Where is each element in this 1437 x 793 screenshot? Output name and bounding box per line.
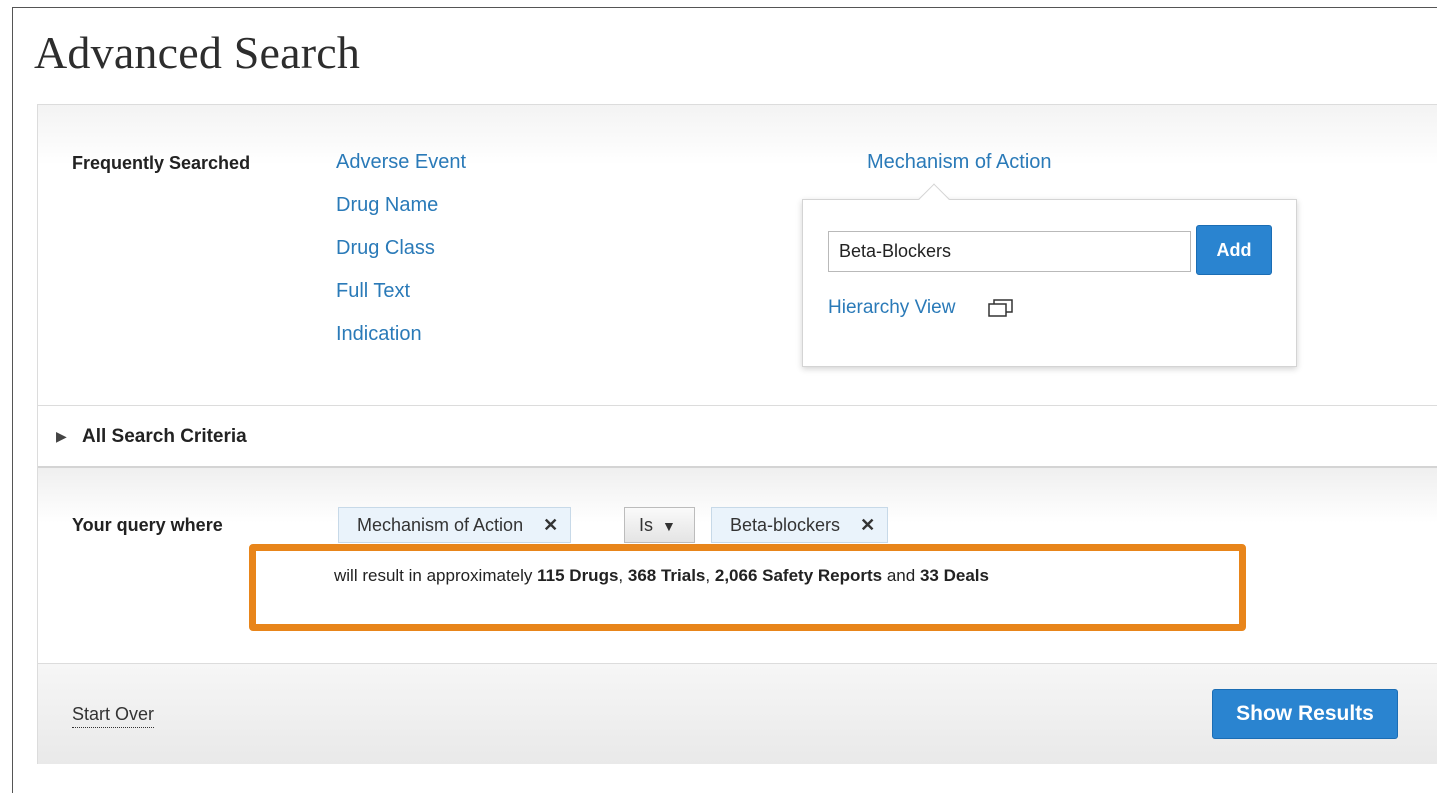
value-chip: Beta-blockers ✕: [711, 507, 889, 543]
page-title: Advanced Search: [34, 27, 361, 78]
hierarchy-view-link[interactable]: Hierarchy View: [828, 297, 955, 319]
add-button[interactable]: Add: [1196, 225, 1272, 275]
close-icon[interactable]: ✕: [543, 508, 558, 542]
popup-caret: [918, 183, 950, 215]
query-section: Your query where Mechanism of Action ✕ Is…: [38, 468, 1437, 663]
result-separator: ,: [618, 566, 624, 585]
window-frame-top: [12, 7, 1437, 8]
all-search-criteria-toggle[interactable]: ▶ All Search Criteria: [38, 406, 1437, 466]
chevron-down-icon: ▼: [662, 518, 676, 534]
footer-bar: Start Over Show Results: [38, 664, 1437, 764]
frequently-searched-section: Frequently Searched Adverse Event Drug N…: [38, 105, 1437, 405]
result-summary: will result in approximately 115 Drugs, …: [334, 566, 989, 586]
query-label: Your query where: [72, 515, 223, 535]
link-adverse-event[interactable]: Adverse Event: [336, 151, 466, 174]
result-conjunction: and: [886, 566, 916, 585]
close-icon[interactable]: ✕: [860, 508, 875, 542]
mechanism-popup: Add Hierarchy View: [802, 183, 1297, 367]
operator-label: Is: [639, 515, 654, 535]
show-results-button[interactable]: Show Results: [1212, 689, 1398, 739]
link-indication[interactable]: Indication: [336, 323, 422, 346]
link-mechanism-of-action[interactable]: Mechanism of Action: [867, 151, 1052, 174]
triangle-right-icon: ▶: [56, 428, 67, 444]
result-prefix: will result in approximately: [334, 566, 533, 585]
result-deals: 33 Deals: [919, 566, 989, 585]
all-search-criteria-label: All Search Criteria: [82, 426, 247, 447]
link-drug-name[interactable]: Drug Name: [336, 194, 438, 217]
value-chip-label: Beta-blockers: [730, 515, 841, 535]
field-chip-label: Mechanism of Action: [357, 515, 524, 535]
result-trials: 368 Trials: [627, 566, 706, 585]
frequently-searched-label: Frequently Searched: [72, 153, 251, 173]
result-safety-reports: 2,066 Safety Reports: [714, 566, 883, 585]
result-separator: ,: [705, 566, 711, 585]
search-panel: Frequently Searched Adverse Event Drug N…: [37, 104, 1437, 764]
link-drug-class[interactable]: Drug Class: [336, 237, 435, 260]
new-window-icon[interactable]: [987, 297, 1015, 319]
start-over-link[interactable]: Start Over: [72, 704, 155, 728]
window-frame-left: [12, 7, 13, 793]
operator-dropdown[interactable]: Is ▼: [624, 507, 695, 543]
mechanism-input[interactable]: [828, 231, 1191, 272]
field-chip: Mechanism of Action ✕: [338, 507, 572, 543]
result-drugs: 115 Drugs: [537, 566, 619, 585]
link-full-text[interactable]: Full Text: [336, 280, 410, 303]
